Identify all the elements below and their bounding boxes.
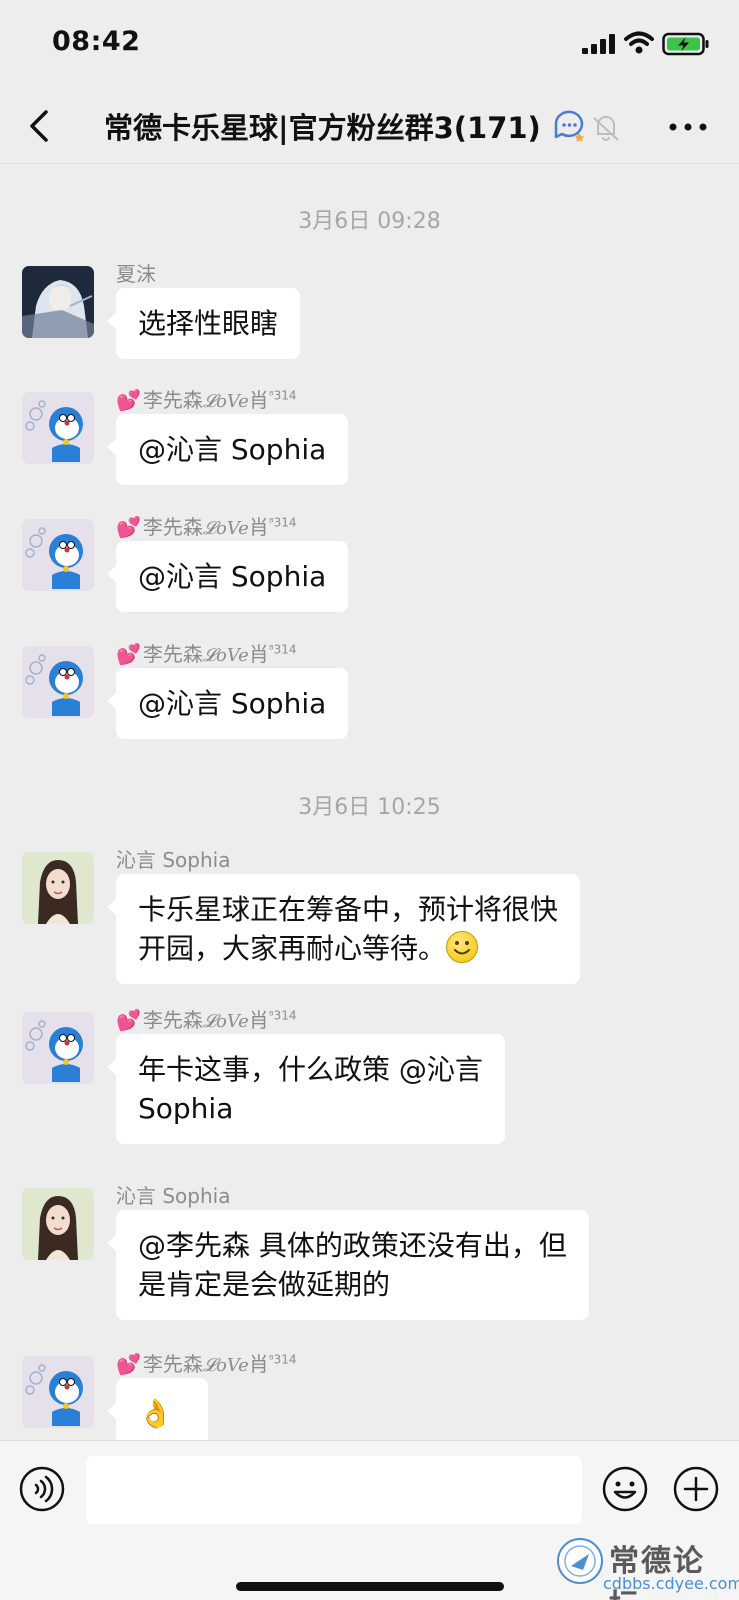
emoji-icon[interactable] xyxy=(601,1465,649,1513)
chat-screen: 08:42 常德卡乐星球|官方粉丝群3(171) 3月6日 09:28 夏沫 选… xyxy=(0,0,739,1600)
smile-emoji-icon xyxy=(446,931,479,963)
signal-icon xyxy=(582,34,615,54)
forum-watermark: 常德论坛 cdbbs.cdyee.com xyxy=(553,1534,739,1600)
chat-title: 常德卡乐星球|官方粉丝群3(171) xyxy=(104,111,541,145)
battery-charging-icon xyxy=(662,32,709,56)
sender-name: 💕 李先森𝓛oVe肖⁸314 xyxy=(116,1008,297,1032)
avatar[interactable] xyxy=(22,1356,94,1428)
message-input[interactable] xyxy=(86,1456,582,1524)
back-chevron-icon[interactable] xyxy=(24,106,54,146)
avatar[interactable] xyxy=(22,852,94,924)
more-dots-icon[interactable] xyxy=(666,112,710,142)
avatar[interactable] xyxy=(22,519,94,591)
message-bubble[interactable]: @沁言 Sophia xyxy=(106,414,349,485)
sender-name: 💕 李先森𝓛oVe肖⁸314 xyxy=(116,515,297,539)
home-indicator xyxy=(236,1582,504,1591)
sender-name: 沁言 Sophia xyxy=(116,848,231,872)
mute-bell-icon xyxy=(593,116,619,141)
timestamp: 3月6日 09:28 xyxy=(298,209,441,234)
heart-icon: 💕 xyxy=(116,388,141,412)
avatar[interactable] xyxy=(22,392,94,464)
group-chat-icon xyxy=(554,110,619,142)
heart-icon: 💕 xyxy=(116,1352,141,1376)
message-bubble[interactable]: @李先森 具体的政策还没有出，但 是肯定是会做延期的 xyxy=(107,1210,589,1320)
avatar[interactable] xyxy=(22,646,94,718)
message-bubble[interactable]: @沁言 Sophia xyxy=(106,541,349,612)
avatar[interactable] xyxy=(22,1012,94,1084)
status-bar: 08:42 xyxy=(0,0,739,90)
message-bubble[interactable]: @沁言 Sophia xyxy=(106,668,349,739)
sender-name: 沁言 Sophia xyxy=(116,1184,231,1208)
sender-name: 💕 李先森𝓛oVe肖⁸314 xyxy=(116,642,297,666)
timestamp: 3月6日 10:25 xyxy=(298,795,441,820)
message-bubble[interactable]: 卡乐星球正在筹备中，预计将很快 开园，大家再耐心等待。 xyxy=(106,874,581,984)
sender-name: 夏沫 xyxy=(116,262,156,286)
avatar[interactable] xyxy=(22,1188,94,1260)
status-time: 08:42 xyxy=(52,26,141,57)
plus-icon[interactable] xyxy=(672,1465,720,1513)
forum-logo-icon xyxy=(557,1538,603,1584)
watermark-url: cdbbs.cdyee.com xyxy=(603,1574,739,1593)
message-bubble[interactable]: 年卡这事，什么政策 @沁言 Sophia xyxy=(107,1034,505,1144)
heart-icon: 💕 xyxy=(116,642,141,666)
sender-name: 💕 李先森𝓛oVe肖⁸314 xyxy=(116,388,297,412)
heart-icon: 💕 xyxy=(116,515,141,539)
heart-icon: 💕 xyxy=(116,1008,141,1032)
chat-header: 常德卡乐星球|官方粉丝群3(171) xyxy=(0,90,739,164)
wifi-icon xyxy=(624,31,654,54)
voice-icon[interactable] xyxy=(18,1465,66,1513)
message-bubble[interactable]: 选择性眼瞎 xyxy=(106,288,301,359)
sender-name: 💕 李先森𝓛oVe肖⁸314 xyxy=(116,1352,297,1376)
avatar[interactable] xyxy=(22,266,94,338)
